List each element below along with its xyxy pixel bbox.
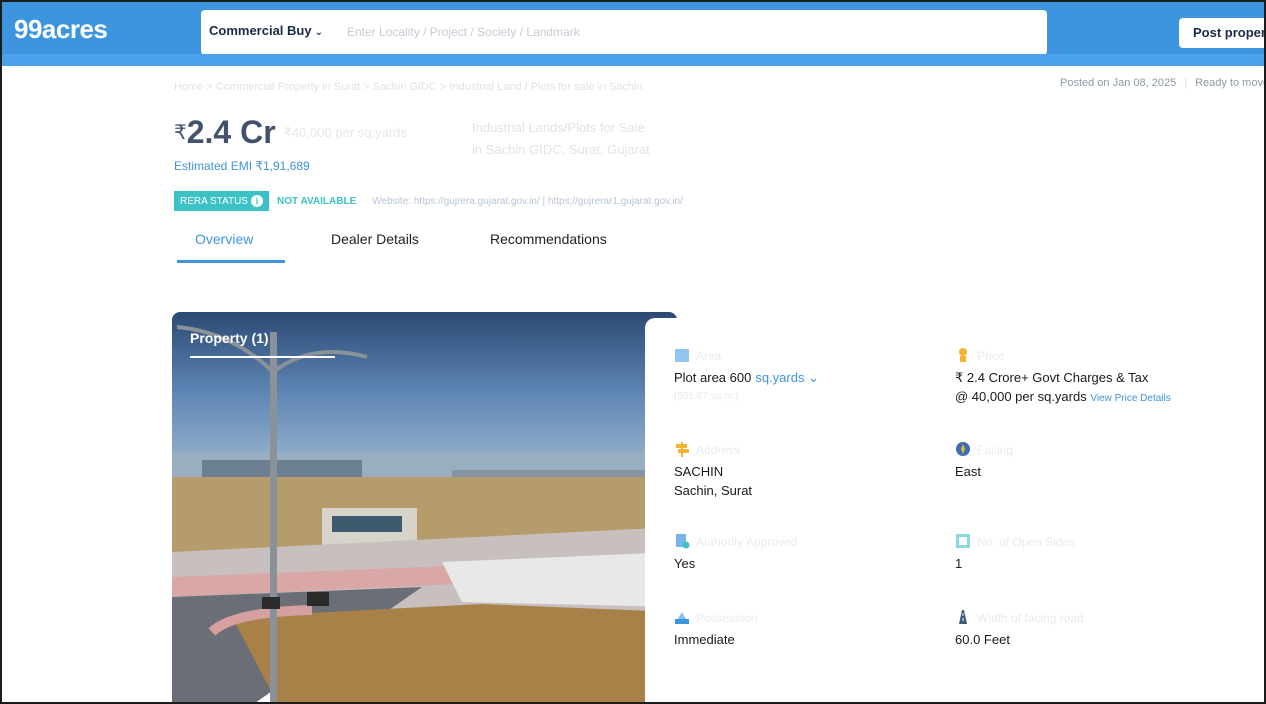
detail-open-sides: No. of Open Sides 1 (955, 532, 1075, 573)
detail-road-width: Width of facing road 60.0 Feet (955, 608, 1084, 649)
detail-authority-label: Authority Approved (696, 535, 798, 549)
detail-address: Address SACHIN Sachin, Surat (674, 440, 752, 500)
photo-label-underline (190, 356, 335, 358)
area-unit-dropdown[interactable]: sq.yards ⌄ (755, 370, 819, 385)
detail-price: Price ₹ 2.4 Crore+ Govt Charges & Tax @ … (955, 346, 1171, 408)
detail-road-width-label: Width of facing road (977, 611, 1084, 625)
view-price-details-link[interactable]: View Price Details (1090, 393, 1170, 404)
property-title-line1: Industrial Lands/Plots for Sale (472, 120, 645, 135)
active-tab-indicator (177, 260, 285, 263)
location-icon[interactable] (1098, 32, 1110, 44)
detail-possession-value: Immediate (674, 632, 735, 647)
tab-recommendations[interactable]: Recommendations (490, 231, 607, 247)
rera-badge-label: RERA STATUS (180, 196, 248, 207)
detail-open-sides-value: 1 (955, 556, 963, 571)
rupee-symbol: ₹ (174, 122, 187, 144)
site-logo[interactable]: 99acres (14, 14, 108, 45)
detail-facing-value: East (955, 464, 982, 479)
area-unit-label: sq.yards (755, 370, 805, 385)
tab-dealer-details[interactable]: Dealer Details (331, 231, 419, 247)
detail-price-per: @ 40,000 per sq.yards (955, 389, 1087, 404)
area-icon (675, 349, 689, 362)
compass-icon (956, 442, 970, 456)
detail-facing: Facing East (955, 440, 1013, 481)
detail-possession: Possession Immediate (674, 608, 757, 649)
estimated-emi-link[interactable]: Estimated EMI ₹1,91,689 (174, 159, 310, 173)
detail-area: Area Plot area 600 sq.yards ⌄ (501.67 sq.… (674, 346, 819, 406)
detail-authority-value: Yes (674, 556, 696, 571)
detail-area-value: Plot area 600 (674, 370, 752, 385)
property-count-label: Property (1) (190, 330, 269, 346)
detail-area-label: Area (696, 349, 722, 363)
post-property-button[interactable]: Post property (1179, 18, 1264, 48)
breadcrumb[interactable]: Home > Commercial Property in Surat > Sa… (174, 81, 643, 93)
search-type-label: Commercial Buy (209, 23, 312, 38)
open-sides-icon (956, 534, 970, 548)
posted-date: Posted on Jan 08, 2025 (1060, 77, 1177, 89)
price-per-unit: ₹40,000 per sq.yards (283, 125, 407, 140)
availability-status: Ready to move (1195, 77, 1266, 89)
price-amount: 2.4 Cr (186, 114, 276, 150)
rera-row: RERA STATUS i NOT AVAILABLE Website: https:… (174, 191, 683, 212)
detail-address-line1: SACHIN (674, 464, 724, 479)
detail-address-label: Address (696, 443, 741, 457)
info-icon[interactable]: i (250, 195, 263, 207)
chevron-down-icon: ⌄ (808, 370, 820, 385)
detail-authority: Authority Approved Yes (674, 532, 797, 573)
approved-document-icon (676, 534, 690, 549)
search-bar: Commercial Buy ⌄ (201, 10, 1229, 55)
detail-road-width-value: 60.0 Feet (955, 632, 1010, 647)
rera-website[interactable]: Website: https://gujrera.gujarat.gov.in/… (372, 196, 683, 207)
microphone-icon[interactable] (1141, 29, 1149, 46)
possession-icon (675, 612, 689, 624)
detail-area-sub: (501.67 sq.m.) (674, 391, 739, 402)
detail-facing-label: Facing (977, 443, 1014, 457)
price-display: ₹2.4 Cr ₹40,000 per sq.yards (174, 114, 407, 151)
search-input[interactable] (347, 19, 867, 45)
detail-possession-label: Possession (696, 611, 758, 625)
property-details-panel: Area Plot area 600 sq.yards ⌄ (501.67 sq.… (645, 318, 1264, 702)
road-icon (959, 610, 967, 624)
search-type-dropdown[interactable]: Commercial Buy ⌄ (209, 23, 323, 38)
signpost-icon (676, 442, 689, 457)
detail-open-sides-label: No. of Open Sides (977, 535, 1076, 549)
divider: | (1184, 77, 1188, 89)
posted-info: Posted on Jan 08, 2025 | Ready to move (1060, 77, 1266, 89)
rera-status-value: NOT AVAILABLE (276, 195, 357, 207)
header-bottom-strip (2, 54, 1264, 66)
property-title-line2: in Sachin GIDC, Surat, Gujarat (472, 142, 650, 157)
top-header: 99acres Commercial Buy⌄ Post property (2, 2, 1264, 66)
property-photo-image (172, 312, 677, 702)
detail-address-line2: Sachin, Surat (674, 483, 753, 498)
tab-overview[interactable]: Overview (195, 231, 253, 247)
property-photo[interactable]: Property (1) (172, 312, 677, 702)
page-frame: 99acres Commercial Buy⌄ Post property Ho… (0, 0, 1266, 704)
property-title: Industrial Lands/Plots for Sale in Sachi… (472, 117, 650, 161)
price-tag-icon (959, 348, 967, 362)
detail-price-value: ₹ 2.4 Crore+ Govt Charges & Tax (955, 370, 1149, 385)
chevron-down-icon: ⌄ (314, 27, 323, 38)
detail-price-label: Price (977, 349, 1005, 363)
rera-status-badge[interactable]: RERA STATUS i (174, 191, 269, 211)
